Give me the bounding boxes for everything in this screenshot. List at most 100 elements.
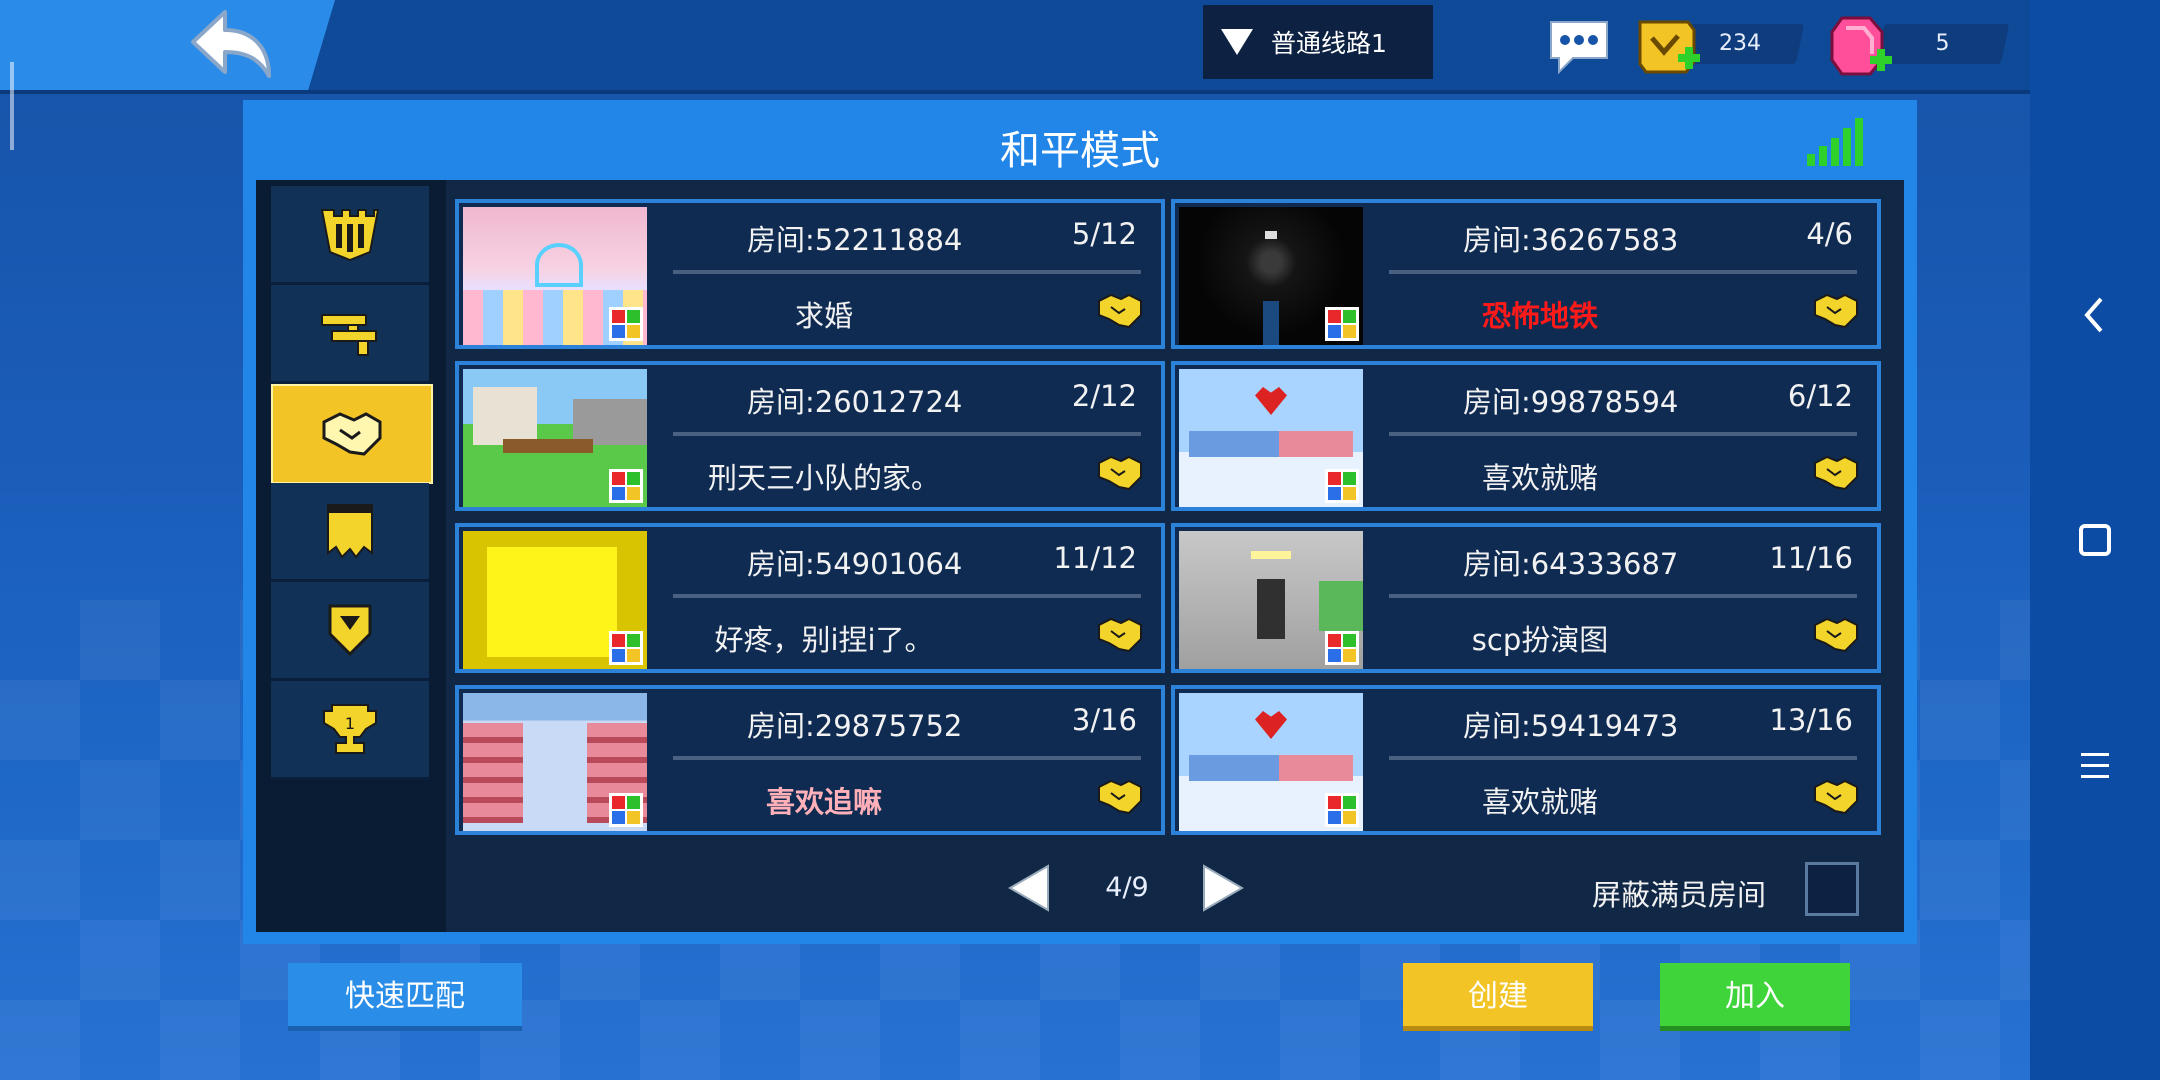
card-divider	[673, 270, 1141, 274]
room-player-count: 13/16	[1769, 703, 1853, 737]
top-bar: 普通线路1 234 5	[0, 0, 2030, 94]
card-divider	[1389, 432, 1857, 436]
room-card[interactable]: 房间:59419473 13/16 喜欢就赌	[1171, 685, 1881, 835]
room-thumbnail	[1179, 207, 1363, 345]
trophy-icon: 1	[323, 704, 377, 754]
room-id: 房间:64333687	[1463, 547, 1679, 581]
room-card[interactable]: 房间:36267583 4/6 恐怖地铁	[1171, 199, 1881, 349]
room-thumbnail	[463, 369, 647, 507]
gems-value: 5	[1935, 31, 1950, 56]
room-player-count: 2/12	[1071, 379, 1137, 413]
panel-title: 和平模式	[1000, 128, 1160, 174]
card-divider	[673, 594, 1141, 598]
room-card[interactable]: 房间:64333687 11/16 scp扮演图	[1171, 523, 1881, 673]
room-player-count: 5/12	[1071, 217, 1137, 251]
room-card[interactable]: 房间:99878594 6/12 喜欢就赌	[1171, 361, 1881, 511]
room-name: 好疼，别i捏i了。	[714, 623, 934, 657]
peace-mode-icon	[1097, 615, 1143, 655]
hide-full-rooms-label: 屏蔽满员房间	[1592, 878, 1767, 912]
signal-icon	[1807, 118, 1863, 166]
peace-mode-icon	[1813, 615, 1859, 655]
guns-icon	[321, 314, 377, 356]
peace-mode-icon	[1813, 291, 1859, 331]
nav-menu-icon[interactable]	[2065, 735, 2125, 795]
room-thumbnail	[463, 531, 647, 669]
card-divider	[673, 756, 1141, 760]
card-divider	[1389, 594, 1857, 598]
nav-back-icon[interactable]	[2065, 285, 2125, 345]
room-thumbnail	[1179, 531, 1363, 669]
room-id: 房间:29875752	[747, 709, 963, 743]
room-id: 房间:59419473	[1463, 709, 1679, 743]
room-name: scp扮演图	[1471, 623, 1609, 657]
room-card[interactable]: 房间:26012724 2/12 刑天三小队的家。	[455, 361, 1165, 511]
mode-sidebar: 1	[271, 186, 433, 780]
room-id: 房间:52211884	[747, 223, 963, 257]
room-id: 房间:54901064	[747, 547, 963, 581]
card-divider	[673, 432, 1141, 436]
room-thumbnail	[1179, 693, 1363, 831]
room-thumbnail	[463, 693, 647, 831]
sidebar-item-flag[interactable]	[271, 483, 429, 582]
peace-mode-icon	[1097, 291, 1143, 331]
route-label: 普通线路1	[1271, 29, 1387, 58]
room-card[interactable]: 房间:54901064 11/12 好疼，别i捏i了。	[455, 523, 1165, 673]
map-badge-icon	[609, 631, 643, 665]
hide-full-rooms-checkbox[interactable]	[1805, 862, 1859, 916]
gem-add-icon[interactable]	[1828, 14, 1898, 78]
room-player-count: 11/16	[1769, 541, 1853, 575]
flag-icon	[327, 504, 373, 559]
back-arrow-icon	[191, 10, 271, 78]
prev-page-button[interactable]	[1006, 862, 1052, 914]
map-badge-icon	[1325, 793, 1359, 827]
peace-mode-icon	[1813, 453, 1859, 493]
map-badge-icon	[609, 307, 643, 341]
room-player-count: 3/16	[1071, 703, 1137, 737]
quick-match-button[interactable]: 快速匹配	[288, 963, 522, 1031]
sidebar-item-weapons[interactable]	[271, 285, 429, 384]
sidebar-item-shield[interactable]	[271, 582, 429, 681]
sidebar-item-peace[interactable]	[271, 384, 433, 484]
back-button[interactable]	[185, 6, 275, 84]
map-badge-icon	[609, 469, 643, 503]
map-badge-icon	[1325, 469, 1359, 503]
room-name: 刑天三小队的家。	[707, 461, 940, 495]
room-name: 求婚	[794, 299, 853, 333]
room-id: 房间:99878594	[1463, 385, 1679, 419]
room-name: 恐怖地铁	[1481, 299, 1598, 333]
room-thumbnail	[463, 207, 647, 345]
peace-mode-icon	[1097, 777, 1143, 817]
room-card[interactable]: 房间:52211884 5/12 求婚	[455, 199, 1165, 349]
room-name: 喜欢就赌	[1481, 461, 1598, 495]
room-thumbnail	[1179, 369, 1363, 507]
page-indicator: 4/9	[1105, 872, 1149, 903]
room-player-count: 6/12	[1787, 379, 1853, 413]
room-card[interactable]: 房间:29875752 3/16 喜欢追嘛	[455, 685, 1165, 835]
castle-icon	[320, 209, 380, 262]
room-name: 喜欢追嘛	[765, 785, 882, 819]
sidebar-item-castle[interactable]	[271, 186, 429, 285]
create-room-button[interactable]: 创建	[1403, 963, 1593, 1031]
peace-mode-icon	[1813, 777, 1859, 817]
route-selector[interactable]: 普通线路1	[1203, 5, 1433, 79]
edge-indicator	[10, 62, 14, 150]
join-room-button[interactable]: 加入	[1660, 963, 1850, 1031]
map-badge-icon	[1325, 631, 1359, 665]
sidebar-item-trophy[interactable]: 1	[271, 681, 429, 780]
nav-home-icon[interactable]	[2065, 510, 2125, 570]
back-area	[0, 0, 335, 90]
svg-text:1: 1	[345, 714, 355, 733]
system-nav-bar	[2030, 0, 2160, 1080]
room-id: 房间:36267583	[1463, 223, 1679, 257]
card-divider	[1389, 756, 1857, 760]
card-divider	[1389, 270, 1857, 274]
next-page-button[interactable]	[1200, 862, 1246, 914]
handshake-icon	[322, 412, 382, 456]
room-name: 喜欢就赌	[1481, 785, 1598, 819]
chat-icon[interactable]	[1545, 16, 1613, 76]
room-id: 房间:26012724	[747, 385, 963, 419]
dropdown-triangle-icon	[1221, 29, 1253, 55]
room-player-count: 11/12	[1053, 541, 1137, 575]
room-player-count: 4/6	[1806, 217, 1853, 251]
coin-add-icon[interactable]	[1634, 14, 1704, 78]
